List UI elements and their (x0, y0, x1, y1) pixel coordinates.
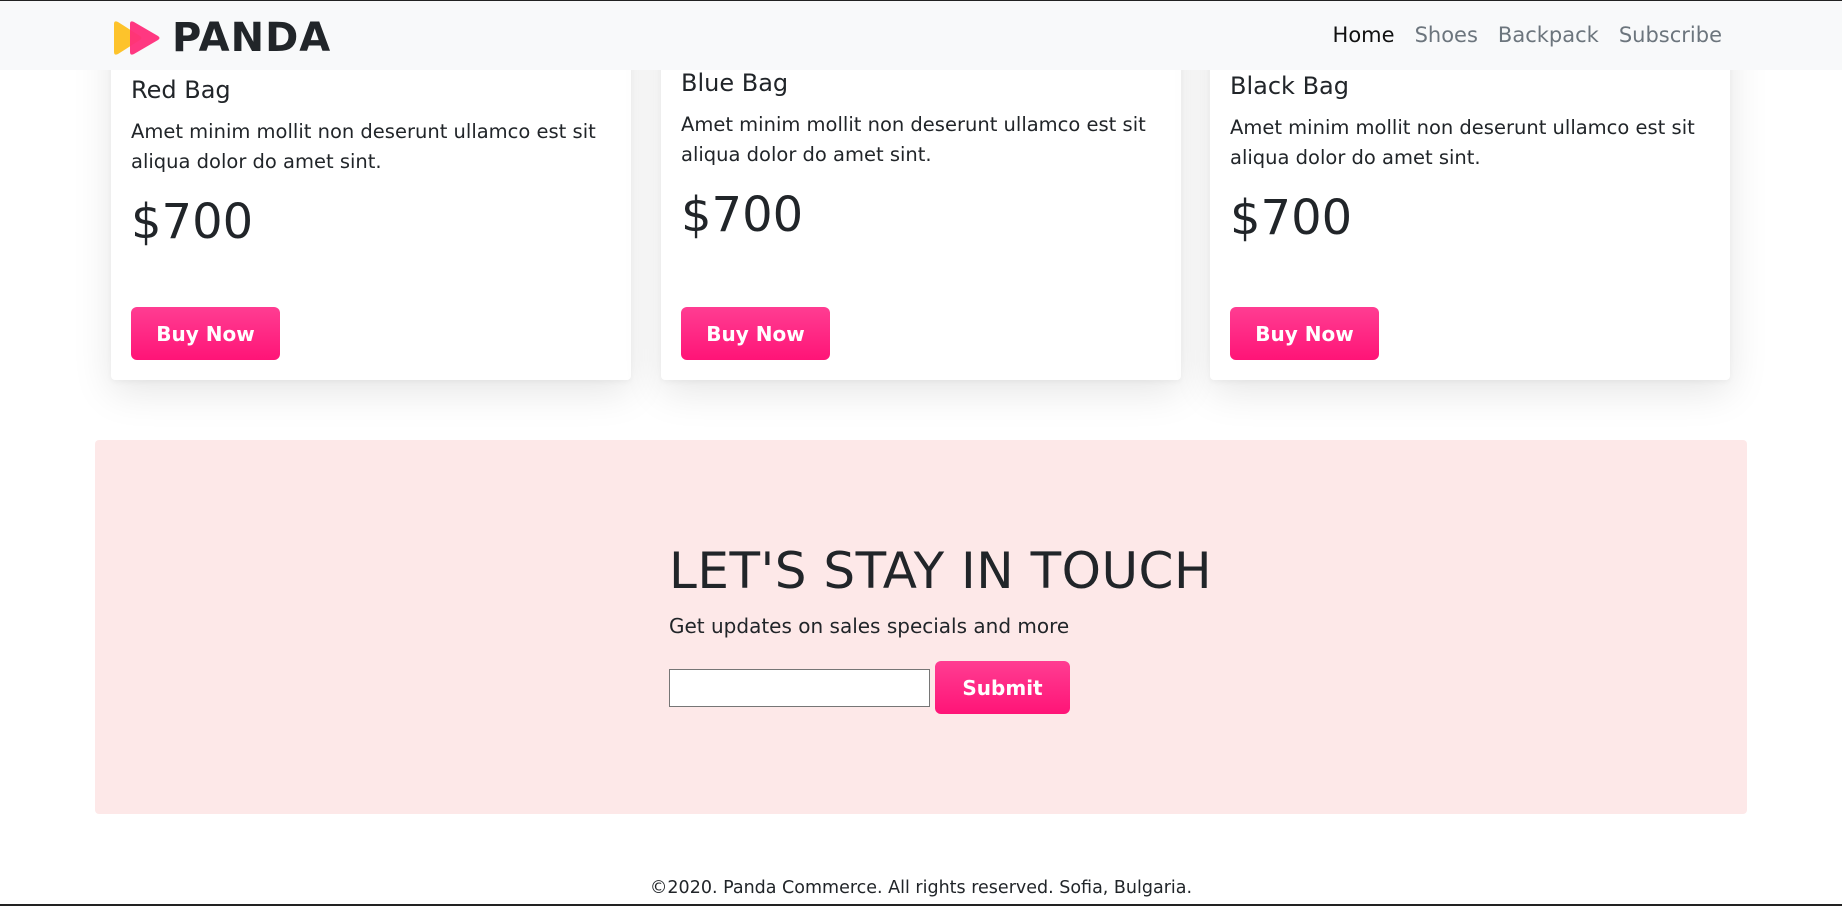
submit-button[interactable]: Submit (935, 661, 1070, 714)
subscribe-section: LET'S STAY IN TOUCH Get updates on sales… (95, 440, 1747, 814)
email-input[interactable] (669, 669, 930, 707)
product-title: Red Bag (131, 76, 231, 104)
footer: ©2020. Panda Commerce. All rights reserv… (0, 878, 1842, 898)
buy-now-button[interactable]: Buy Now (131, 307, 280, 360)
product-price: $700 (1230, 190, 1353, 246)
footer-text: ©2020. Panda Commerce. All rights reserv… (649, 878, 1193, 898)
subscribe-subtitle: Get updates on sales specials and more (669, 614, 1070, 638)
product-price: $700 (681, 187, 804, 243)
nav-link-backpack[interactable]: Backpack (1498, 23, 1599, 47)
product-description: Amet minim mollit non deserunt ullamco e… (681, 113, 1146, 166)
product-title: Black Bag (1230, 72, 1349, 100)
nav-link-home[interactable]: Home (1333, 23, 1395, 47)
panda-logo-icon (114, 21, 160, 55)
nav-links: Home Shoes Backpack Subscribe (1333, 23, 1722, 47)
subscribe-title: LET'S STAY IN TOUCH (669, 542, 1213, 600)
product-title: Blue Bag (681, 69, 789, 97)
product-description: Amet minim mollit non deserunt ullamco e… (131, 120, 596, 173)
nav-link-shoes[interactable]: Shoes (1415, 23, 1478, 47)
brand-link[interactable]: PANDA (110, 15, 331, 61)
product-price: $700 (131, 194, 254, 250)
buy-now-button[interactable]: Buy Now (1230, 307, 1379, 360)
product-description: Amet minim mollit non deserunt ullamco e… (1230, 116, 1695, 169)
brand-name: PANDA (172, 15, 332, 61)
buy-now-button[interactable]: Buy Now (681, 307, 830, 360)
navbar: PANDA Home Shoes Backpack Subscribe (0, 0, 1842, 70)
nav-link-subscribe[interactable]: Subscribe (1619, 23, 1722, 47)
